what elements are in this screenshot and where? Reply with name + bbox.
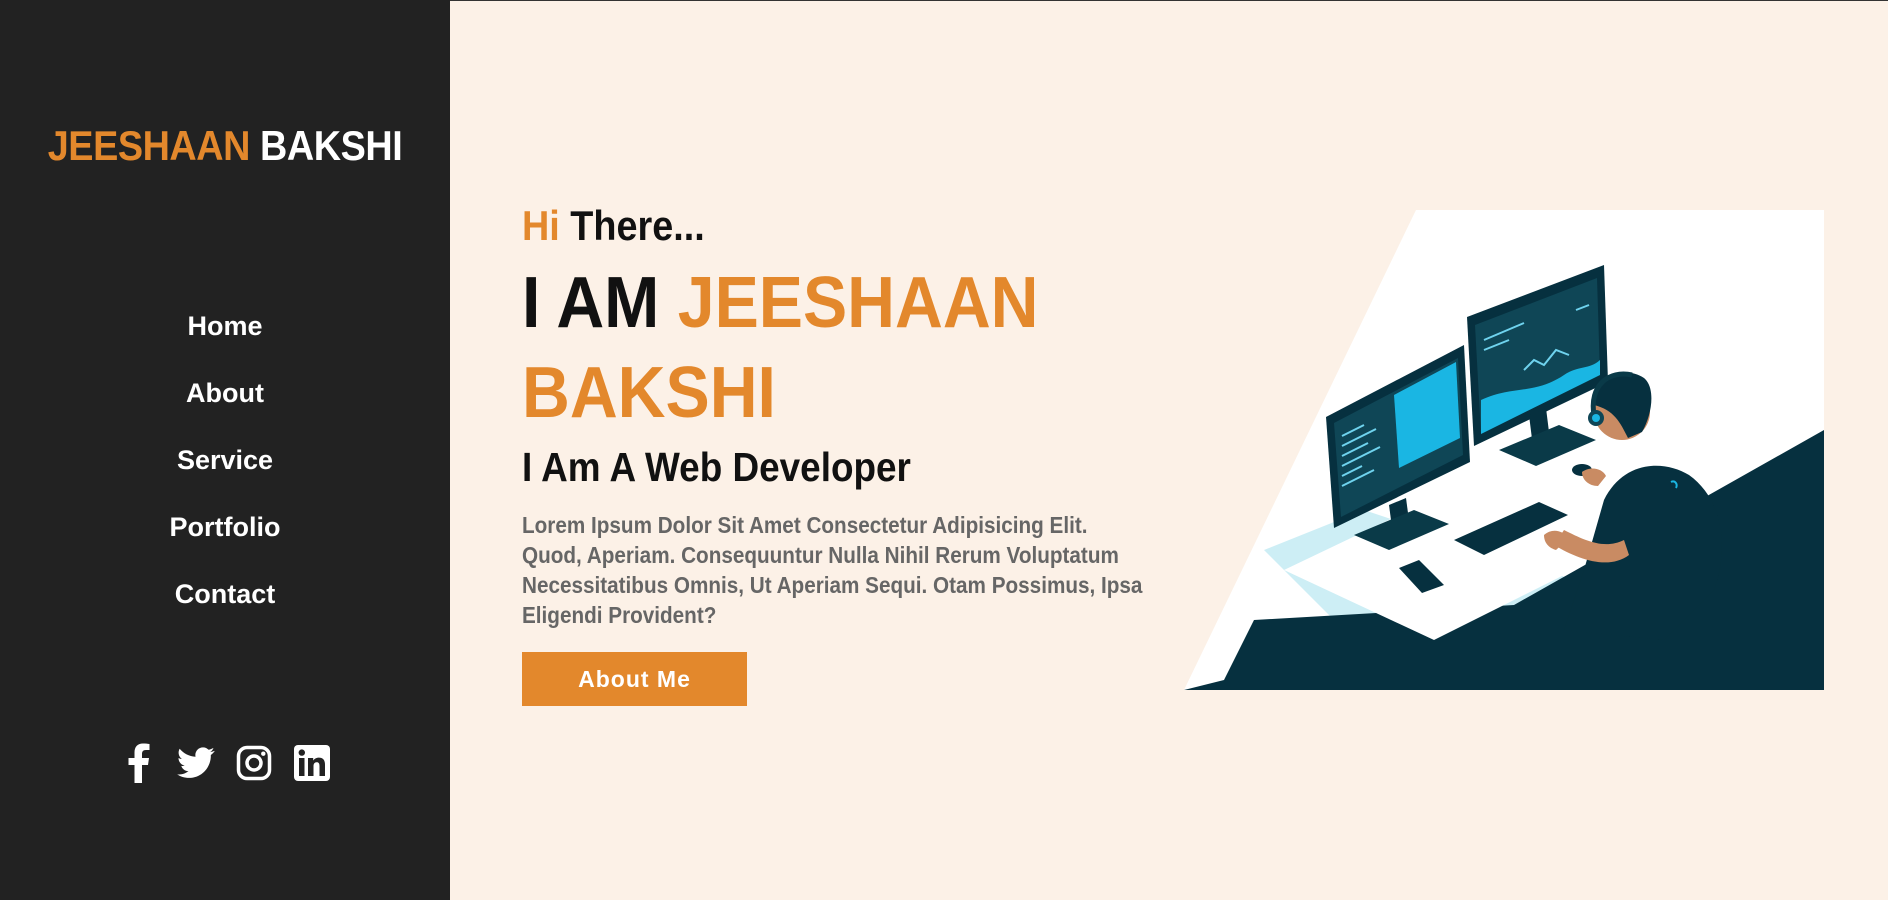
brand-logo[interactable]: JEESHAAN BAKSHI [23, 122, 428, 170]
hero-section: Hi There... I AM JEESHAAN BAKSHI I Am A … [450, 0, 1888, 900]
greeting: Hi There... [522, 202, 705, 250]
linkedin-icon[interactable] [293, 743, 331, 783]
headline-prefix: I AM [522, 263, 660, 343]
brand-first-name: JEESHAAN [47, 122, 251, 169]
developer-illustration [1184, 210, 1824, 690]
nav-item-home[interactable]: Home [0, 305, 450, 372]
hero-description: Lorem Ipsum Dolor Sit Amet Consectetur A… [522, 512, 1143, 628]
main-nav: Home About Service Portfolio Contact [0, 305, 450, 640]
nav-item-service[interactable]: Service [0, 439, 450, 506]
nav-item-portfolio[interactable]: Portfolio [0, 506, 450, 573]
nav-item-contact[interactable]: Contact [0, 573, 450, 640]
hero-headline: I AM JEESHAAN BAKSHI [522, 258, 1074, 438]
twitter-icon[interactable] [177, 743, 215, 783]
sidebar: JEESHAAN BAKSHI Home About Service Portf… [0, 0, 450, 900]
brand-last-name: BAKSHI [260, 122, 403, 169]
instagram-icon[interactable] [235, 743, 273, 783]
facebook-icon[interactable] [119, 743, 157, 783]
hero-subtitle: I Am A Web Developer [522, 444, 911, 490]
greeting-rest: There... [570, 202, 705, 249]
about-me-button[interactable]: About Me [522, 652, 747, 706]
social-links [0, 743, 450, 783]
greeting-hi: Hi [522, 202, 560, 249]
nav-item-about[interactable]: About [0, 372, 450, 439]
